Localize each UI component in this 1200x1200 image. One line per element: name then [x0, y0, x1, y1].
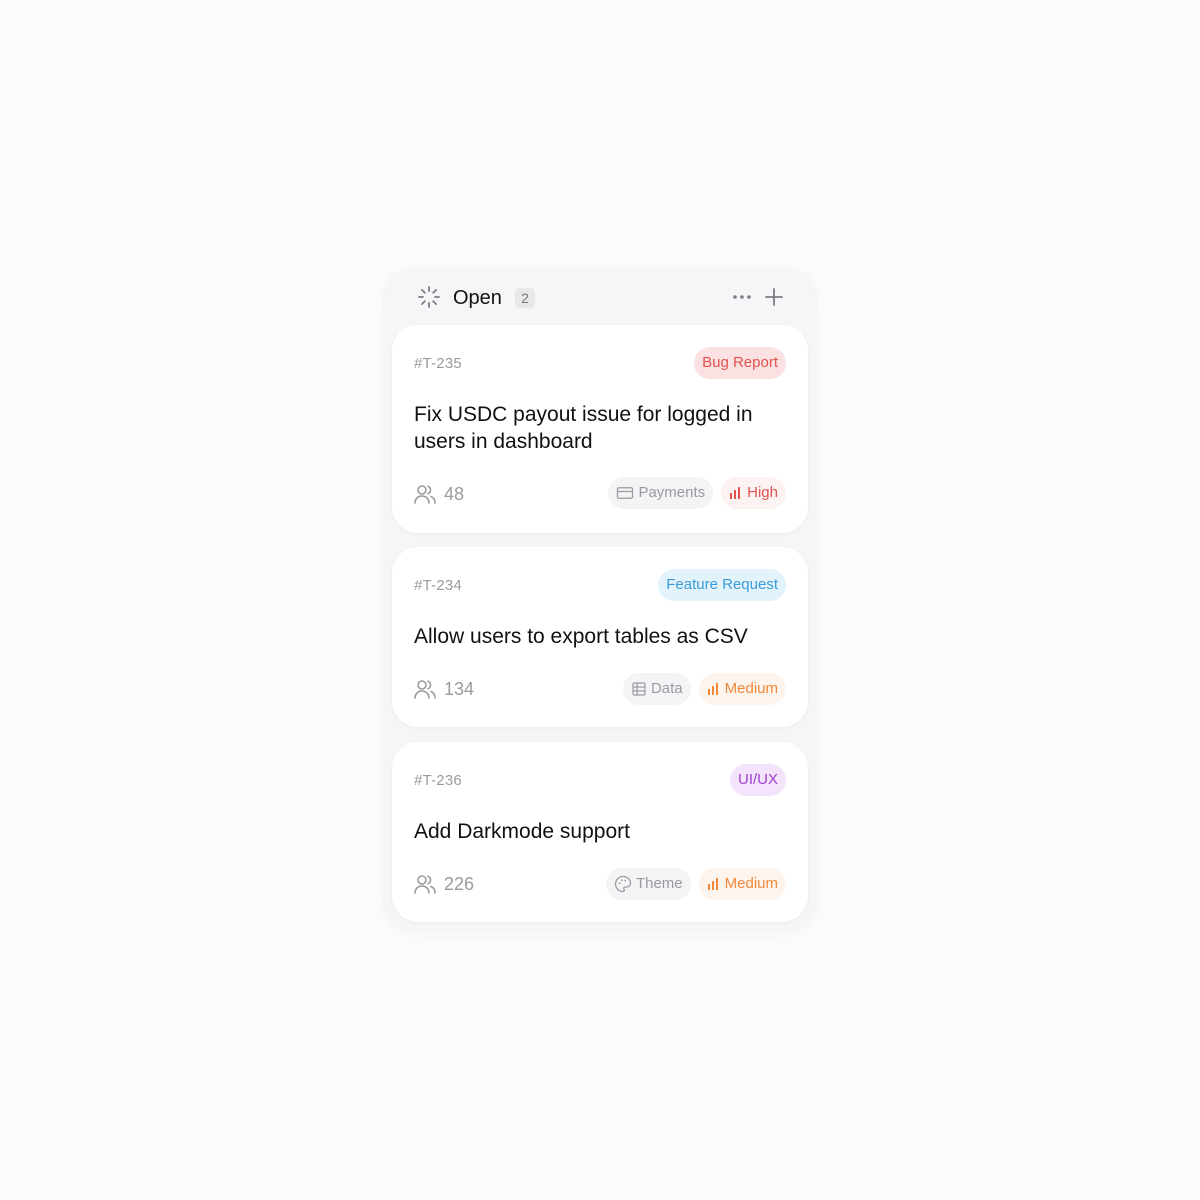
users-icon: [414, 485, 436, 504]
ticket-card[interactable]: #T-234 Feature Request Allow users to ex…: [392, 547, 808, 727]
assignee-count: 48: [413, 482, 464, 506]
ticket-card[interactable]: #T-236 UI/UX Add Darkmode support 226 Th…: [392, 742, 808, 922]
ticket-id: #T-235: [414, 355, 462, 372]
type-badge: UI/UX: [729, 764, 786, 796]
priority-label: Medium: [724, 680, 778, 697]
category-tag[interactable]: Theme: [605, 868, 691, 900]
category-label: Payments: [638, 484, 706, 501]
palette-icon: [614, 875, 632, 893]
tag-group: Payments High: [608, 477, 786, 509]
assignee-count: 226: [413, 872, 474, 896]
assignee-count-value: 48: [444, 483, 465, 504]
tag-group: Data Medium: [622, 673, 786, 705]
ticket-id: #T-234: [414, 577, 462, 594]
ticket-title: Add Darkmode support: [414, 820, 630, 843]
priority-label: Medium: [724, 875, 778, 892]
column-count-badge: 2: [515, 288, 535, 308]
column-title: Open: [453, 287, 502, 309]
assignee-count-value: 134: [444, 678, 475, 699]
table-icon: [632, 682, 646, 696]
assignee-count-value: 226: [444, 873, 475, 894]
more-options-button[interactable]: [730, 285, 754, 309]
priority-tag[interactable]: Medium: [698, 673, 786, 705]
priority-tag[interactable]: High: [721, 477, 786, 509]
bar-chart-icon: [707, 683, 718, 695]
priority-tag[interactable]: Medium: [698, 868, 786, 900]
more-horizontal-icon: [733, 295, 751, 299]
column-header: Open 2: [384, 268, 816, 326]
bar-chart-icon: [707, 878, 718, 890]
type-badge: Feature Request: [658, 569, 786, 601]
users-icon: [414, 680, 436, 699]
category-tag[interactable]: Data: [622, 673, 691, 705]
category-label: Theme: [635, 875, 683, 892]
ticket-card[interactable]: #T-235 Bug Report Fix USDC payout issue …: [392, 325, 808, 533]
users-icon: [414, 875, 436, 894]
ticket-title: Fix USDC payout issue for logged in user…: [414, 403, 753, 453]
loader-icon: [417, 285, 441, 309]
tag-group: Theme Medium: [605, 868, 786, 900]
plus-icon: [765, 288, 783, 306]
credit-card-icon: [617, 487, 634, 499]
add-card-button[interactable]: [762, 285, 786, 309]
category-tag[interactable]: Payments: [608, 477, 714, 509]
assignee-count: 134: [413, 677, 474, 701]
bar-chart-icon: [730, 487, 741, 499]
category-label: Data: [650, 680, 683, 697]
kanban-column-open: Open 2 #T-235 Bug Report Fix USDC payout…: [384, 268, 816, 930]
ticket-title: Allow users to export tables as CSV: [414, 625, 748, 648]
priority-label: High: [747, 484, 778, 501]
ticket-id: #T-236: [414, 772, 462, 789]
type-badge: Bug Report: [694, 347, 786, 379]
